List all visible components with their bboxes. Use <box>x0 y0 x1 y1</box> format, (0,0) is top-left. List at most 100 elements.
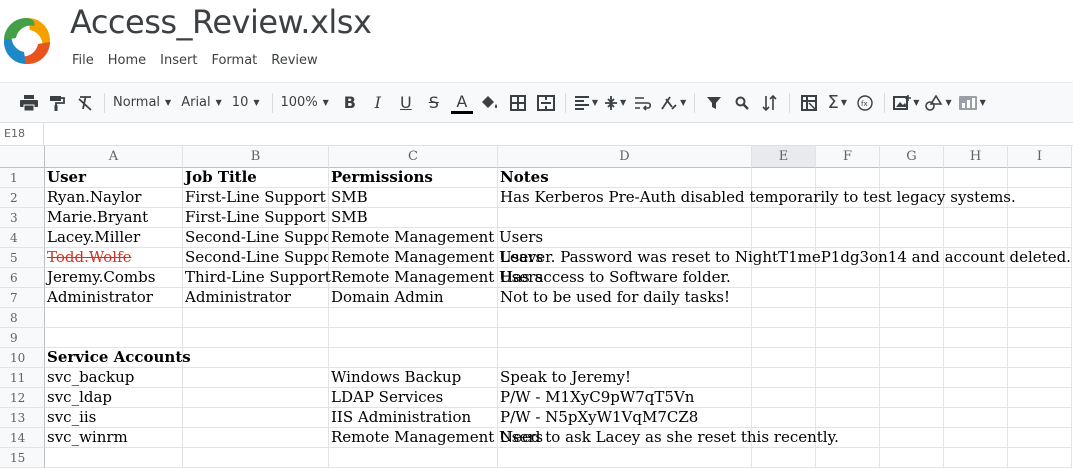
cell-b8[interactable] <box>183 308 329 328</box>
cell-b10[interactable] <box>183 348 329 368</box>
cell-e3[interactable] <box>752 208 816 228</box>
cell-b1[interactable]: Job Title <box>183 168 329 188</box>
cell-d15[interactable] <box>498 448 752 468</box>
cell-i4[interactable] <box>1008 228 1072 248</box>
cell-i10[interactable] <box>1008 348 1072 368</box>
cell-h8[interactable] <box>944 308 1008 328</box>
cell-c5[interactable]: Remote Management Users <box>329 248 543 268</box>
clear-format-icon[interactable] <box>74 89 96 117</box>
cell-f12[interactable] <box>816 388 880 408</box>
cell-a8[interactable] <box>45 308 183 328</box>
cell-f7[interactable] <box>816 288 880 308</box>
cell-a2[interactable]: Ryan.Naylor <box>45 188 183 208</box>
cell-i3[interactable] <box>1008 208 1072 228</box>
cell-g15[interactable] <box>880 448 944 468</box>
cell-d3[interactable] <box>498 208 752 228</box>
cell-c8[interactable] <box>329 308 498 328</box>
menu-review[interactable]: Review <box>271 53 317 68</box>
cell-b7[interactable]: Administrator <box>183 288 329 308</box>
cell-i7[interactable] <box>1008 288 1072 308</box>
cell-b2[interactable]: First-Line Support <box>183 188 329 208</box>
row-header[interactable]: 4 <box>0 228 45 248</box>
row-header[interactable]: 5 <box>0 248 45 268</box>
row-header[interactable]: 2 <box>0 188 45 208</box>
cell-g7[interactable] <box>880 288 944 308</box>
cell-g4[interactable] <box>880 228 944 248</box>
cell-d10[interactable] <box>498 348 752 368</box>
cell-g14[interactable] <box>880 428 944 448</box>
cell-a1[interactable]: User <box>45 168 183 188</box>
cell-d12[interactable]: P/W - M1XyC9pW7qT5Vn <box>498 388 752 408</box>
insert-shape-icon[interactable]: ▼ <box>925 89 952 117</box>
cell-e7[interactable] <box>752 288 816 308</box>
cell-i9[interactable] <box>1008 328 1072 348</box>
cell-h12[interactable] <box>944 388 1008 408</box>
column-header-a[interactable]: A <box>45 146 183 168</box>
cell-e15[interactable] <box>752 448 816 468</box>
column-header-f[interactable]: F <box>816 146 880 168</box>
cell-c3[interactable]: SMB <box>329 208 498 228</box>
cell-a12[interactable]: svc_ldap <box>45 388 183 408</box>
column-header-g[interactable]: G <box>880 146 944 168</box>
row-header[interactable]: 8 <box>0 308 45 328</box>
cell-b12[interactable] <box>183 388 329 408</box>
cell-f4[interactable] <box>816 228 880 248</box>
align-left-icon[interactable]: ▼ <box>574 89 598 117</box>
print-icon[interactable] <box>18 89 40 117</box>
cell-c1[interactable]: Permissions <box>329 168 498 188</box>
freeze-panes-icon[interactable] <box>798 89 820 117</box>
merge-cells-icon[interactable] <box>535 89 557 117</box>
cell-e11[interactable] <box>752 368 816 388</box>
cell-h3[interactable] <box>944 208 1008 228</box>
cell-d2[interactable]: Has Kerberos Pre-Auth disabled temporari… <box>498 188 1016 208</box>
cell-c15[interactable] <box>329 448 498 468</box>
cell-e8[interactable] <box>752 308 816 328</box>
menu-file[interactable]: File <box>72 53 94 68</box>
row-header[interactable]: 9 <box>0 328 45 348</box>
fill-color-icon[interactable] <box>479 89 501 117</box>
cell-e9[interactable] <box>752 328 816 348</box>
cell-g6[interactable] <box>880 268 944 288</box>
cell-h15[interactable] <box>944 448 1008 468</box>
cell-a6[interactable]: Jeremy.Combs <box>45 268 183 288</box>
row-header[interactable]: 3 <box>0 208 45 228</box>
cell-f15[interactable] <box>816 448 880 468</box>
row-header[interactable]: 15 <box>0 448 45 468</box>
cell-i11[interactable] <box>1008 368 1072 388</box>
menu-insert[interactable]: Insert <box>160 53 197 68</box>
cell-i1[interactable] <box>1008 168 1072 188</box>
cell-g10[interactable] <box>880 348 944 368</box>
cell-h11[interactable] <box>944 368 1008 388</box>
cell-c13[interactable]: IIS Administration <box>329 408 498 428</box>
cell-c6[interactable]: Remote Management Users <box>329 268 543 288</box>
row-header[interactable]: 6 <box>0 268 45 288</box>
cell-c7[interactable]: Domain Admin <box>329 288 498 308</box>
insert-chart-icon[interactable]: ▼ <box>958 89 986 117</box>
zoom-select[interactable]: 100% ▼ <box>281 95 329 110</box>
cell-f1[interactable] <box>816 168 880 188</box>
cell-g11[interactable] <box>880 368 944 388</box>
row-header[interactable]: 14 <box>0 428 45 448</box>
cell-c10[interactable] <box>329 348 498 368</box>
row-header[interactable]: 7 <box>0 288 45 308</box>
cell-e13[interactable] <box>752 408 816 428</box>
cell-c12[interactable]: LDAP Services <box>329 388 498 408</box>
text-rotate-icon[interactable]: ▼ <box>660 89 686 117</box>
insert-image-icon[interactable]: ▼ <box>893 89 919 117</box>
cell-f13[interactable] <box>816 408 880 428</box>
select-all-corner[interactable] <box>0 146 45 168</box>
row-header[interactable]: 13 <box>0 408 45 428</box>
cell-i15[interactable] <box>1008 448 1072 468</box>
cell-f11[interactable] <box>816 368 880 388</box>
italic-icon[interactable]: I <box>367 89 389 117</box>
underline-icon[interactable]: U <box>395 89 417 117</box>
search-icon[interactable] <box>731 89 753 117</box>
row-header[interactable]: 11 <box>0 368 45 388</box>
cell-c14[interactable]: Remote Management Users <box>329 428 543 448</box>
sum-function-icon[interactable]: Σ ▼ <box>826 89 848 117</box>
cell-a7[interactable]: Administrator <box>45 288 183 308</box>
cell-e12[interactable] <box>752 388 816 408</box>
name-box[interactable]: E18 <box>0 123 44 145</box>
cell-c4[interactable]: Remote Management Users <box>329 228 543 248</box>
cell-a15[interactable] <box>45 448 183 468</box>
